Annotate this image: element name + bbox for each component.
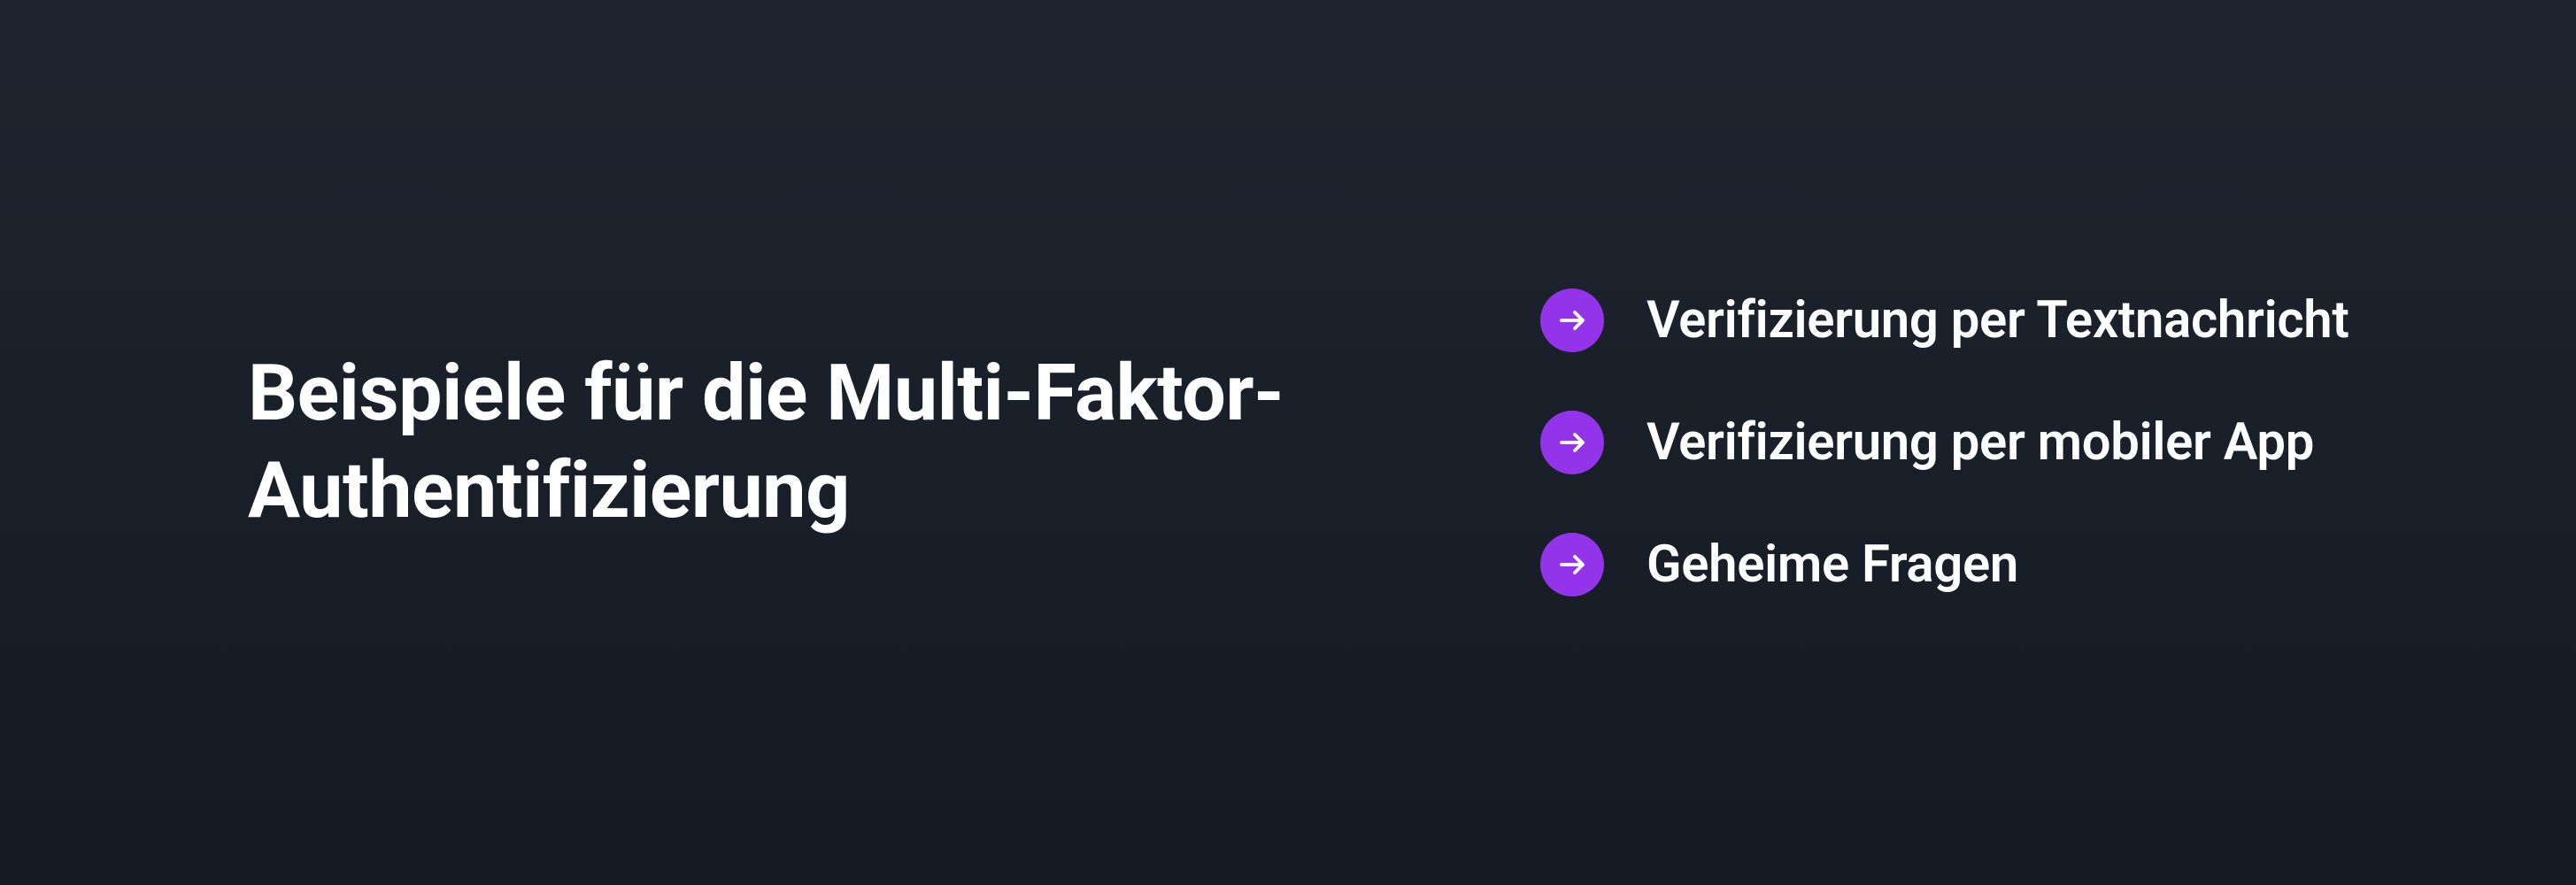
arrow-bullet-icon xyxy=(1540,289,1604,352)
list-item: Verifizierung per mobiler App xyxy=(1540,411,2349,474)
list-item: Geheime Fragen xyxy=(1540,533,2349,596)
arrow-bullet-icon xyxy=(1540,411,1604,474)
arrow-bullet-icon xyxy=(1540,533,1604,596)
content-container: Beispiele für die Multi-Faktor-Authentif… xyxy=(0,289,2576,596)
list-item-label: Geheime Fragen xyxy=(1647,535,2018,595)
examples-list: Verifizierung per Textnachricht Verifizi… xyxy=(1540,289,2349,596)
list-section: Verifizierung per Textnachricht Verifizi… xyxy=(1399,289,2349,596)
list-item: Verifizierung per Textnachricht xyxy=(1540,289,2349,352)
main-heading: Beispiele für die Multi-Faktor-Authentif… xyxy=(248,345,1399,540)
list-item-label: Verifizierung per Textnachricht xyxy=(1647,290,2349,350)
heading-section: Beispiele für die Multi-Faktor-Authentif… xyxy=(248,345,1399,540)
list-item-label: Verifizierung per mobiler App xyxy=(1647,412,2314,473)
